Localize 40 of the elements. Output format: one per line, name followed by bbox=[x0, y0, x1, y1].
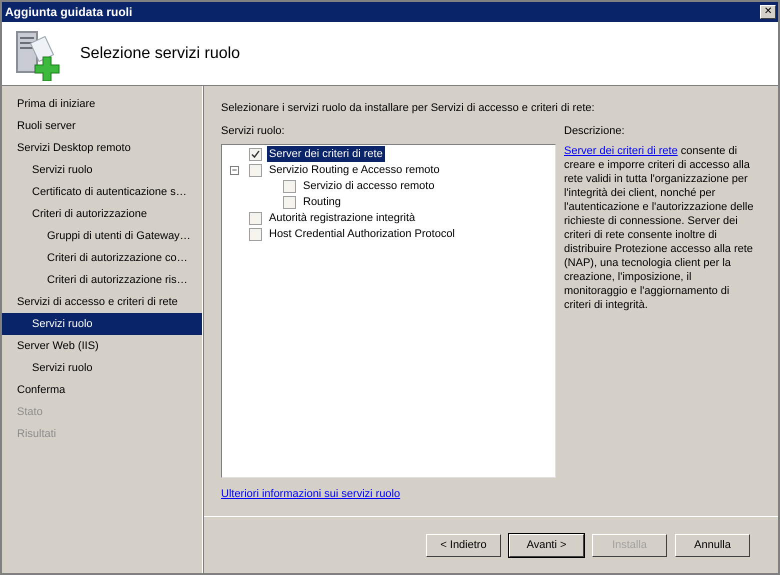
sidebar-item[interactable]: Servizi ruolo bbox=[2, 159, 202, 181]
dialog-button[interactable]: Annulla bbox=[675, 534, 750, 556]
role-service-item[interactable]: Routing bbox=[301, 194, 343, 210]
sidebar-item[interactable]: Conferma bbox=[2, 379, 202, 401]
sidebar-item[interactable]: Gruppi di utenti di Gateway… bbox=[2, 225, 202, 247]
sidebar-item[interactable]: Criteri di autorizzazione bbox=[2, 203, 202, 225]
more-info-link[interactable]: Ulteriori informazioni sui servizi ruolo bbox=[221, 486, 400, 502]
sidebar-item[interactable]: Certificato di autenticazione s… bbox=[2, 181, 202, 203]
close-button[interactable]: ✕ bbox=[760, 5, 776, 19]
checkbox[interactable] bbox=[283, 180, 296, 192]
role-service-item[interactable]: Servizio di accesso remoto bbox=[301, 178, 436, 194]
sidebar-item[interactable]: Servizi ruolo bbox=[2, 313, 202, 335]
description-link[interactable]: Server dei criteri di rete bbox=[564, 145, 678, 157]
dialog-button[interactable]: Avanti > bbox=[509, 534, 584, 556]
role-service-item[interactable]: Server dei criteri di rete bbox=[267, 146, 385, 162]
role-service-item[interactable]: Autorità registrazione integrità bbox=[267, 210, 418, 226]
page-title: Selezione servizi ruolo bbox=[80, 44, 240, 64]
sidebar-item[interactable]: Servizi ruolo bbox=[2, 357, 202, 379]
sidebar-item[interactable]: Server Web (IIS) bbox=[2, 335, 202, 357]
instruction-text: Selezionare i servizi ruolo da installare per Servizi di accesso e criteri di rete: bbox=[221, 101, 596, 116]
checkbox[interactable] bbox=[249, 212, 262, 224]
dialog-button[interactable]: < Indietro bbox=[426, 534, 501, 556]
sidebar-item[interactable]: Criteri di autorizzazione co… bbox=[2, 247, 202, 269]
checkbox[interactable] bbox=[249, 164, 262, 176]
check-icon bbox=[251, 150, 260, 158]
window-title: Aggiunta guidata ruoli bbox=[5, 4, 132, 21]
role-service-item[interactable]: Host Credential Authorization Protocol bbox=[267, 226, 457, 242]
description-label: Descrizione: bbox=[564, 124, 626, 138]
sidebar-item[interactable]: Criteri di autorizzazione ris… bbox=[2, 269, 202, 291]
checkbox[interactable] bbox=[283, 196, 296, 208]
sidebar-item[interactable]: Prima di iniziare bbox=[2, 93, 202, 115]
checkbox[interactable] bbox=[249, 148, 262, 160]
collapse-toggle[interactable]: − bbox=[230, 166, 239, 174]
role-service-item[interactable]: Servizio Routing e Accesso remoto bbox=[267, 162, 442, 178]
sidebar-item[interactable]: Ruoli server bbox=[2, 115, 202, 137]
sidebar-item[interactable]: Servizi di accesso e criteri di rete bbox=[2, 291, 202, 313]
description-text: Server dei criteri di rete consente di creare e imporre criteri di accesso alla rete validi in tutta l'organizzazione per l'integrità dei client, nonché per l'autenticazione e l'autorizzazione delle richieste di connessione. Server dei criteri di rete consente inoltre di distribuire Protezione accesso alla rete (NAP), una tecnologia client per la creazione, l'imposizione, il monitoraggio e l'aggiornamento di criteri di integrità. bbox=[564, 144, 754, 312]
checkbox[interactable] bbox=[249, 228, 262, 240]
list-label: Servizi ruolo: bbox=[221, 124, 286, 138]
sidebar-item[interactable]: Servizi Desktop remoto bbox=[2, 137, 202, 159]
